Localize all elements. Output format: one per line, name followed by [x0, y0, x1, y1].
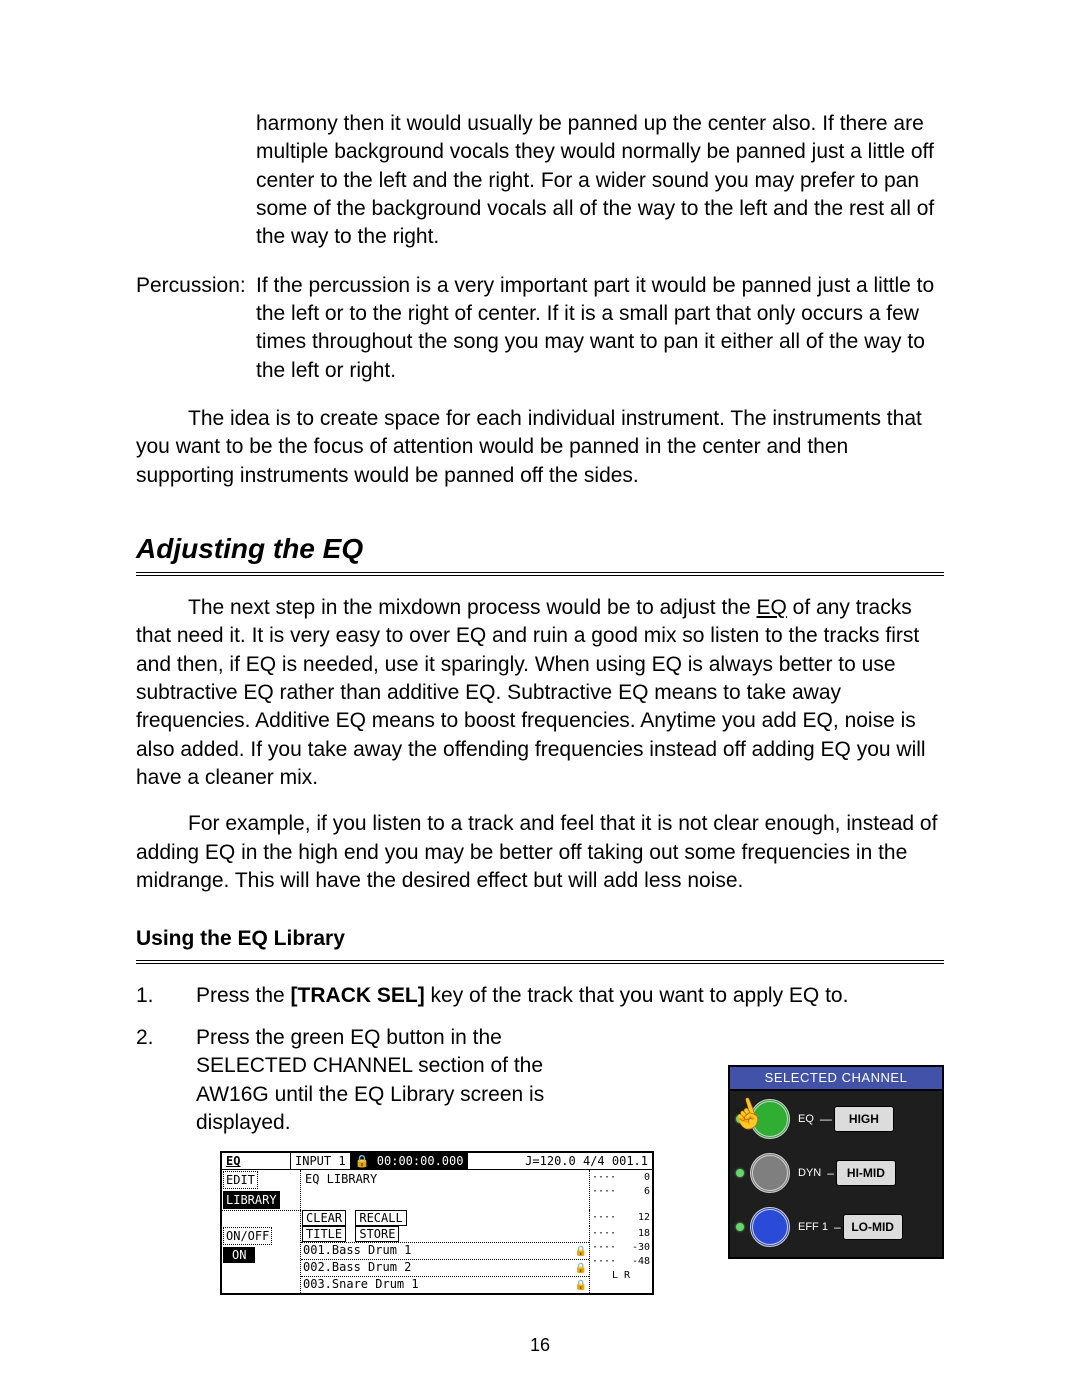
lcd-tempo: J=120.0 4/4 001.1 — [468, 1153, 652, 1169]
led-icon — [736, 1115, 744, 1123]
lcd-onoff-block: ON/OFF ON — [222, 1226, 301, 1293]
vocals-continuation: harmony then it would usually be panned … — [256, 110, 944, 252]
lcd-tab-onoff: ON/OFF — [223, 1227, 272, 1245]
page: harmony then it would usually be panned … — [0, 0, 1080, 1397]
lcd-title-store-row: TITLE STORE — [301, 1226, 589, 1242]
lcd-item-2: 002.Bass Drum 2 — [303, 1260, 411, 1276]
percussion-label: Percussion: — [136, 272, 256, 403]
lcd-item-1: 001.Bass Drum 1 — [303, 1243, 411, 1259]
lcd-main-title: EQ LIBRARY — [301, 1170, 589, 1210]
meter-30: -30 — [632, 1241, 650, 1255]
lcd-btn-store: STORE — [355, 1226, 399, 1242]
lock-icon — [575, 1277, 587, 1293]
lcd-eq-tab: EQ — [222, 1153, 291, 1169]
connector-line: – — [827, 1165, 834, 1181]
lcd-tab-library: LIBRARY — [223, 1191, 280, 1209]
dyn-knob[interactable] — [750, 1153, 790, 1193]
eq-knob[interactable] — [750, 1099, 790, 1139]
lcd-action-buttons: CLEAR RECALL — [301, 1210, 589, 1226]
step-1-text-c: key of the track that you want to apply … — [425, 984, 849, 1007]
vocals-continuation-row: harmony then it would usually be panned … — [136, 110, 944, 270]
high-button[interactable]: HIGH — [834, 1106, 894, 1132]
lcd-btn-title: TITLE — [302, 1226, 346, 1242]
step-2-body: Press the green EQ button in the SELECTE… — [196, 1024, 616, 1137]
eff1-label: EFF 1 — [798, 1220, 828, 1235]
eq-label: EQ — [798, 1112, 814, 1127]
led-icon — [736, 1169, 744, 1177]
lcd-lock-time: 🔒 00:00:00.000 — [351, 1153, 469, 1169]
eq-intro-after: of any tracks that need it. It is very e… — [136, 596, 926, 789]
lock-icon — [575, 1243, 587, 1259]
lcd-input: INPUT 1 — [291, 1153, 351, 1169]
eq-link[interactable]: EQ — [757, 596, 787, 619]
lcd-btn-recall: RECALL — [355, 1210, 406, 1226]
selected-channel-panel: SELECTED CHANNEL ☝ EQ — HIGH DYN – HI-MI… — [728, 1065, 944, 1259]
lcd-tab-edit: EDIT — [223, 1171, 258, 1189]
lock-icon — [575, 1260, 587, 1276]
lcd-btn-clear: CLEAR — [302, 1210, 346, 1226]
connector-line: — — [820, 1111, 832, 1127]
eq-intro: The next step in the mixdown process wou… — [136, 594, 944, 792]
lcd-meter-2: 12 — [589, 1210, 652, 1226]
section-divider — [136, 572, 944, 576]
lcd-meter-3: 18 -30 -48 L R — [589, 1226, 652, 1293]
step-1: 1. Press the [TRACK SEL] key of the trac… — [136, 982, 944, 1010]
eq-example: For example, if you listen to a track an… — [136, 810, 944, 895]
lcd-item-3: 003.Snare Drum 1 — [303, 1277, 419, 1293]
eq-intro-before: The next step in the mixdown process wou… — [188, 596, 757, 619]
meter-12: 12 — [638, 1211, 650, 1225]
lcd-top-bar: EQ INPUT 1 🔒 00:00:00.000 J=120.0 4/4 00… — [222, 1153, 652, 1170]
page-number: 16 — [0, 1333, 1080, 1357]
panel-title: SELECTED CHANNEL — [730, 1067, 942, 1091]
empty-label — [136, 110, 256, 270]
lomid-button[interactable]: LO-MID — [843, 1214, 903, 1240]
idea-paragraph: The idea is to create space for each ind… — [136, 405, 944, 490]
lcd-preset-list: 001.Bass Drum 1 002.Bass Drum 2 003.Snar… — [301, 1242, 589, 1293]
percussion-row: Percussion: If the percussion is a very … — [136, 272, 944, 403]
lcd-meter: 0 6 — [589, 1170, 652, 1210]
led-icon — [736, 1223, 744, 1231]
lock-icon: 🔒 — [355, 1154, 370, 1168]
subsection-divider — [136, 960, 944, 964]
eff1-knob[interactable] — [750, 1207, 790, 1247]
meter-lr: L R — [612, 1269, 630, 1283]
lcd-time: 00:00:00.000 — [377, 1154, 464, 1168]
section-title: Adjusting the EQ — [136, 530, 944, 568]
dyn-label: DYN — [798, 1166, 821, 1181]
lcd-tab-on: ON — [223, 1247, 255, 1263]
step-2-number: 2. — [136, 1024, 196, 1137]
lcd-figure: EQ INPUT 1 🔒 00:00:00.000 J=120.0 4/4 00… — [220, 1151, 654, 1295]
meter-6: 6 — [644, 1185, 650, 1199]
step-1-text-a: Press the — [196, 984, 291, 1007]
himid-button[interactable]: HI-MID — [836, 1160, 896, 1186]
meter-48: -48 — [632, 1255, 650, 1269]
figures-row: EQ INPUT 1 🔒 00:00:00.000 J=120.0 4/4 00… — [136, 1151, 944, 1295]
meter-0: 0 — [644, 1171, 650, 1185]
meter-18: 18 — [638, 1227, 650, 1241]
subsection-title: Using the EQ Library — [136, 925, 944, 953]
percussion-body: If the percussion is a very important pa… — [256, 272, 944, 385]
step-1-number: 1. — [136, 982, 196, 1010]
lcd-side-blank — [222, 1210, 301, 1226]
lcd-side-tabs: EDIT LIBRARY — [222, 1170, 301, 1210]
connector-line: – — [834, 1219, 841, 1235]
track-sel-key: [TRACK SEL] — [291, 984, 425, 1007]
step-1-body: Press the [TRACK SEL] key of the track t… — [196, 982, 944, 1010]
